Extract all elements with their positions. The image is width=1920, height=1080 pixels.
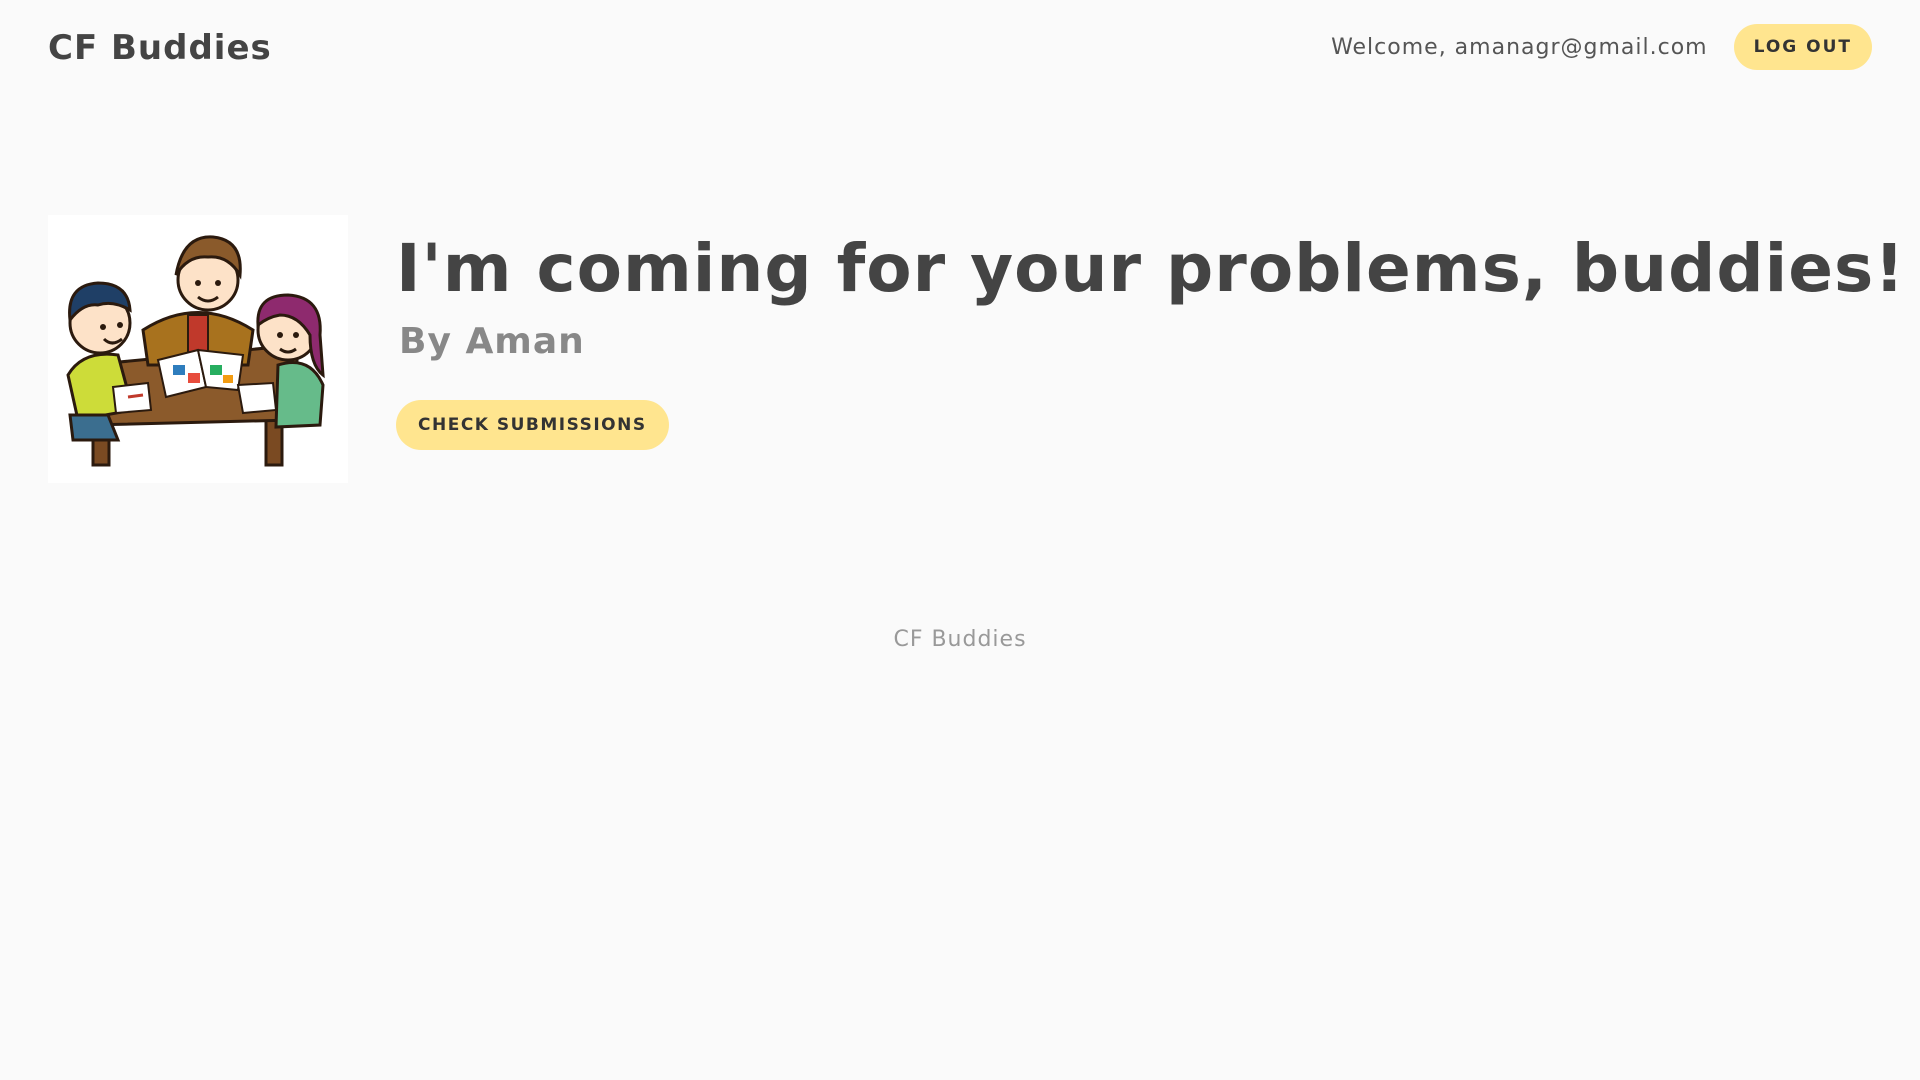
kids-reading-illustration (48, 215, 348, 483)
hero-headline: I'm coming for your problems, buddies! (396, 230, 1906, 307)
kids-reading-at-table-icon (66, 235, 325, 467)
brand-logo-text[interactable]: CF Buddies (48, 28, 272, 68)
user-area: Welcome, amanagr@gmail.com LOG OUT (1331, 24, 1872, 70)
footer-text: CF Buddies (893, 627, 1027, 652)
author-byline: By Aman (399, 320, 585, 362)
hero-section: I'm coming for your problems, buddies! B… (48, 215, 1905, 483)
hero-text-block: I'm coming for your problems, buddies! B… (396, 215, 1905, 450)
top-nav: CF Buddies Welcome, amanagr@gmail.com LO… (0, 0, 1920, 100)
logout-button[interactable]: LOG OUT (1733, 24, 1872, 70)
check-submissions-button[interactable]: CHECK SUBMISSIONS (396, 399, 669, 450)
welcome-message: Welcome, amanagr@gmail.com (1331, 34, 1708, 60)
